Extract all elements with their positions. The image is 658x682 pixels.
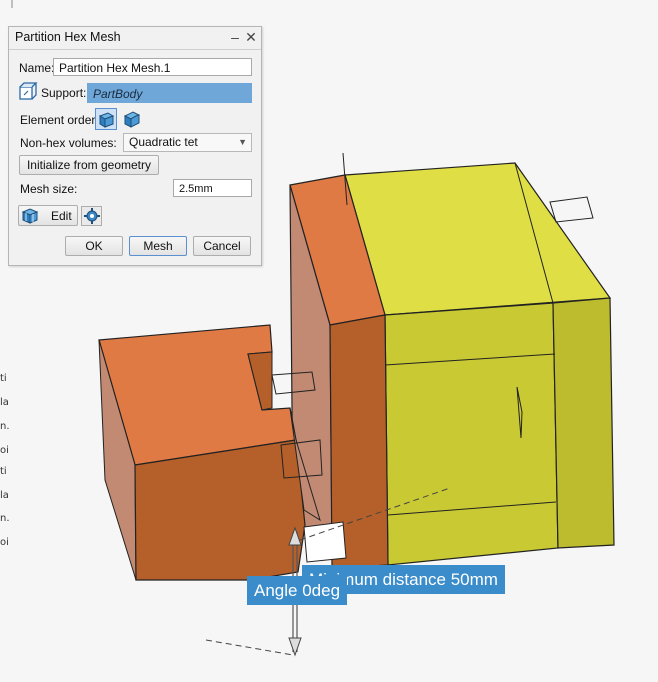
tree-fragment-3: n.: [0, 421, 10, 432]
tree-fragment-2: la: [0, 397, 9, 408]
mesh-button[interactable]: Mesh: [129, 236, 187, 256]
quadratic-hex-icon[interactable]: [121, 109, 143, 132]
minimize-button[interactable]: –: [227, 28, 243, 46]
tree-fragment-7: n.: [0, 513, 10, 524]
mesh-settings-gear-icon[interactable]: [81, 206, 102, 226]
edit-button-label: Edit: [51, 209, 72, 223]
tree-fragment-4: oi: [0, 445, 9, 456]
edit-button[interactable]: Edit: [18, 205, 78, 226]
cancel-button[interactable]: Cancel: [193, 236, 251, 256]
non-hex-value: Quadratic tet: [129, 135, 198, 149]
support-label: Support:: [41, 86, 87, 100]
dialog-title: Partition Hex Mesh: [15, 30, 121, 44]
yellow-side-face[interactable]: [552, 297, 615, 549]
dialog-titlebar[interactable]: Partition Hex Mesh – ✕: [9, 27, 261, 49]
titlebar-divider: [9, 49, 261, 50]
support-icon: [18, 82, 38, 105]
ok-button[interactable]: OK: [65, 236, 123, 256]
partition-hex-mesh-dialog: Partition Hex Mesh – ✕ Name: Partition H…: [8, 26, 262, 266]
initialize-from-geometry-button[interactable]: Initialize from geometry: [19, 155, 159, 175]
edit-mesh-icon: [21, 207, 39, 229]
support-field[interactable]: PartBody: [87, 83, 252, 103]
chevron-down-icon: ▼: [238, 137, 247, 147]
non-hex-label: Non-hex volumes:: [20, 136, 117, 150]
mesh-size-label: Mesh size:: [20, 182, 78, 196]
non-hex-select[interactable]: Quadratic tet ▼: [123, 133, 252, 152]
mesh-size-field[interactable]: 2.5mm: [173, 179, 252, 197]
name-label: Name:: [19, 61, 55, 75]
angle-measure-label: Angle 0deg: [247, 576, 348, 605]
linear-hex-icon[interactable]: [95, 108, 117, 130]
yellow-top-face[interactable]: [344, 162, 612, 316]
element-order-label: Element order:: [20, 113, 99, 127]
tree-fragment-8: oi: [0, 537, 9, 548]
close-button[interactable]: ✕: [243, 28, 259, 46]
tree-fragment-5: ti: [0, 466, 7, 477]
tree-fragment-6: la: [0, 490, 9, 501]
tree-fragment-1: ti: [0, 373, 7, 384]
yellow-front-face[interactable]: [384, 302, 559, 566]
name-field[interactable]: Partition Hex Mesh.1: [53, 58, 252, 76]
